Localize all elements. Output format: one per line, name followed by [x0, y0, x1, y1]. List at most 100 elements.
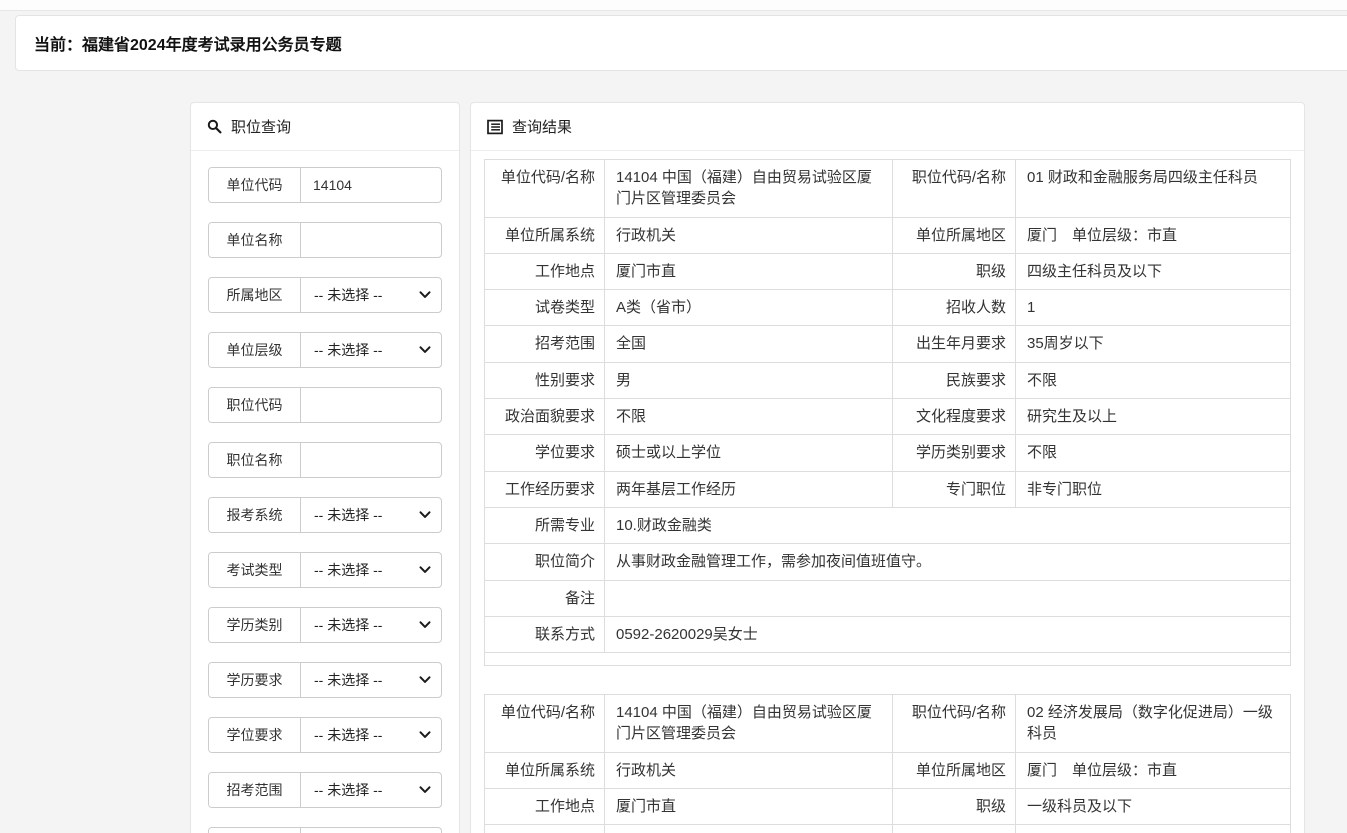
table-row: 试卷类型 A类（省市） 招收人数 1 [485, 825, 1291, 833]
cell-value: 两年基层工作经历 [605, 471, 893, 507]
education-category-select-value: -- 未选择 -- [314, 615, 382, 635]
table-row: 性别要求 男 民族要求 不限 [485, 362, 1291, 398]
chevron-down-icon [419, 731, 431, 739]
table-row: 政治面貌要求 不限 文化程度要求 研究生及以上 [485, 399, 1291, 435]
cell-label: 学位要求 [485, 435, 605, 471]
education-requirement-select[interactable]: -- 未选择 -- [301, 663, 441, 697]
cell-value: 厦门市直 [605, 253, 893, 289]
cell-value: 四级主任科员及以下 [1016, 253, 1291, 289]
cell-label: 单位所属系统 [485, 752, 605, 788]
exam-type-select[interactable]: -- 未选择 -- [301, 553, 441, 587]
cell-label: 招收人数 [893, 825, 1016, 833]
search-panel-header: 职位查询 [191, 103, 459, 151]
cell-value: 全国 [605, 326, 893, 362]
field-region-label: 所属地区 [209, 278, 301, 312]
cell-value: 35周岁以下 [1016, 326, 1291, 362]
field-degree-requirement: 学位要求 -- 未选择 -- [208, 717, 442, 753]
chevron-down-icon [419, 786, 431, 794]
list-alt-icon [487, 119, 503, 135]
cell-label: 学历类别要求 [893, 435, 1016, 471]
cell-value: 14104 中国（福建）自由贸易试验区厦门片区管理委员会 [605, 695, 893, 753]
cell-value: 研究生及以上 [1016, 399, 1291, 435]
query-results-panel: 查询结果 单位代码/名称 14104 中国（福建）自由贸易试验区厦门片区管理委员… [470, 102, 1305, 833]
unit-name-input[interactable] [301, 223, 441, 257]
cell-label: 职位简介 [485, 544, 605, 580]
field-position-code: 职位代码 [208, 387, 442, 423]
field-degree-requirement-label: 学位要求 [209, 718, 301, 752]
education-requirement-select-value: -- 未选择 -- [314, 670, 382, 690]
degree-requirement-select[interactable]: -- 未选择 -- [301, 718, 441, 752]
cell-label: 出生年月要求 [893, 326, 1016, 362]
cell-value: 1 [1016, 825, 1291, 833]
top-navbar-remnant [0, 0, 1347, 11]
table-row: 单位所属系统 行政机关 单位所属地区 厦门 单位层级：市直 [485, 217, 1291, 253]
cell-label: 政治面貌要求 [485, 399, 605, 435]
region-select-value: -- 未选择 -- [314, 285, 382, 305]
field-unit-code-label: 单位代码 [209, 168, 301, 202]
position-code-input[interactable] [301, 388, 441, 422]
cell-value: 从事财政金融管理工作，需参加夜间值班值守。 [605, 544, 1291, 580]
cell-value: 行政机关 [605, 752, 893, 788]
cell-label: 工作地点 [485, 789, 605, 825]
field-partial [208, 827, 442, 833]
recruitment-scope-select[interactable]: -- 未选择 -- [301, 773, 441, 807]
cell-label: 备注 [485, 580, 605, 616]
table-row: 联系方式 0592-2620029吴女士 [485, 616, 1291, 652]
cell-label: 试卷类型 [485, 290, 605, 326]
field-education-requirement-label: 学历要求 [209, 663, 301, 697]
chevron-down-icon [419, 676, 431, 684]
table-row: 工作地点 厦门市直 职级 四级主任科员及以下 [485, 253, 1291, 289]
position-name-input[interactable] [301, 443, 441, 477]
cell-label: 职级 [893, 789, 1016, 825]
field-education-requirement: 学历要求 -- 未选择 -- [208, 662, 442, 698]
table-row: 工作经历要求 两年基层工作经历 专门职位 非专门职位 [485, 471, 1291, 507]
breadcrumb-text: 当前：福建省2024年度考试录用公务员专题 [34, 31, 342, 55]
cell-label: 单位代码/名称 [485, 695, 605, 753]
cell-value: A类（省市） [605, 290, 893, 326]
field-exam-type: 考试类型 -- 未选择 -- [208, 552, 442, 588]
cell-value: 01 财政和金融服务局四级主任科员 [1016, 160, 1291, 218]
cell-value: 硕士或以上学位 [605, 435, 893, 471]
table-row: 备注 [485, 580, 1291, 616]
chevron-down-icon [419, 511, 431, 519]
cell-value: A类（省市） [605, 825, 893, 833]
table-row: 学位要求 硕士或以上学位 学历类别要求 不限 [485, 435, 1291, 471]
field-education-category: 学历类别 -- 未选择 -- [208, 607, 442, 643]
education-category-select[interactable]: -- 未选择 -- [301, 608, 441, 642]
chevron-down-icon [419, 346, 431, 354]
cell-label: 试卷类型 [485, 825, 605, 833]
search-form: 单位代码 单位名称 所属地区 -- 未选择 -- 单位层级 - [191, 151, 459, 833]
results-panel-title: 查询结果 [512, 116, 572, 137]
unit-code-input[interactable] [301, 168, 441, 202]
field-unit-level: 单位层级 -- 未选择 -- [208, 332, 442, 368]
results-list: 单位代码/名称 14104 中国（福建）自由贸易试验区厦门片区管理委员会 职位代… [471, 151, 1304, 833]
field-unit-name: 单位名称 [208, 222, 442, 258]
application-system-select-value: -- 未选择 -- [314, 505, 382, 525]
breadcrumb: 当前：福建省2024年度考试录用公务员专题 [15, 15, 1347, 71]
job-table-2: 单位代码/名称 14104 中国（福建）自由贸易试验区厦门片区管理委员会 职位代… [484, 694, 1291, 833]
table-row: 工作地点 厦门市直 职级 一级科员及以下 [485, 789, 1291, 825]
cell-value: 非专门职位 [1016, 471, 1291, 507]
unit-level-select[interactable]: -- 未选择 -- [301, 333, 441, 367]
cell-label: 文化程度要求 [893, 399, 1016, 435]
search-icon [207, 119, 222, 134]
application-system-select[interactable]: -- 未选择 -- [301, 498, 441, 532]
field-education-category-label: 学历类别 [209, 608, 301, 642]
region-select[interactable]: -- 未选择 -- [301, 278, 441, 312]
cell-value: 厦门 单位层级：市直 [1016, 752, 1291, 788]
cell-label: 专门职位 [893, 471, 1016, 507]
field-application-system: 报考系统 -- 未选择 -- [208, 497, 442, 533]
table-row: 所需专业 10.财政金融类 [485, 507, 1291, 543]
spacer-cell [485, 653, 1291, 666]
field-region: 所属地区 -- 未选择 -- [208, 277, 442, 313]
field-partial-input[interactable] [301, 828, 441, 833]
cell-value: 0592-2620029吴女士 [605, 616, 1291, 652]
job-table-1: 单位代码/名称 14104 中国（福建）自由贸易试验区厦门片区管理委员会 职位代… [484, 159, 1291, 666]
cell-label: 职位代码/名称 [893, 160, 1016, 218]
field-position-code-label: 职位代码 [209, 388, 301, 422]
unit-level-select-value: -- 未选择 -- [314, 340, 382, 360]
table-row: 招考范围 全国 出生年月要求 35周岁以下 [485, 326, 1291, 362]
page-content: 职位查询 单位代码 单位名称 所属地区 -- 未选择 -- [190, 102, 1305, 833]
cell-label: 单位所属系统 [485, 217, 605, 253]
field-partial-label [209, 828, 301, 833]
